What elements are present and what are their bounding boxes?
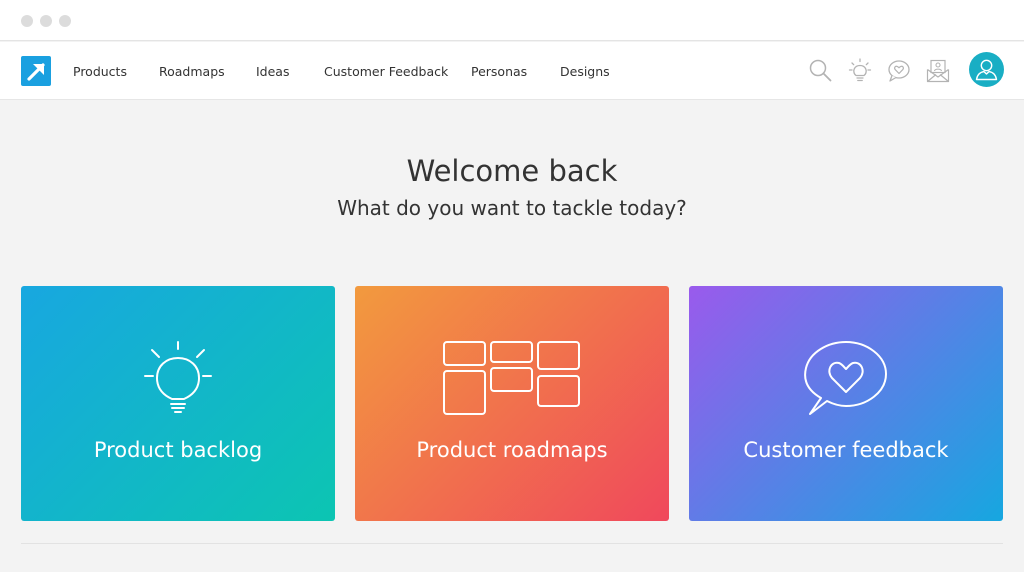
search-icon[interactable]: [806, 56, 836, 86]
window-close-dot[interactable]: [21, 15, 33, 27]
nav-item-ideas[interactable]: Ideas: [256, 64, 289, 79]
app-logo[interactable]: [21, 56, 51, 86]
nav-item-personas[interactable]: Personas: [471, 64, 527, 79]
nav-item-products[interactable]: Products: [73, 64, 127, 79]
top-navbar: Products Roadmaps Ideas Customer Feedbac…: [0, 42, 1024, 100]
product-roadmaps-card[interactable]: Product roadmaps: [355, 286, 669, 521]
welcome-subtitle: What do you want to tackle today?: [337, 196, 687, 220]
nav-item-designs[interactable]: Designs: [560, 64, 610, 79]
nav-item-customer-feedback[interactable]: Customer Feedback: [324, 64, 448, 79]
welcome-title: Welcome back: [406, 154, 618, 188]
content-divider: [21, 543, 1003, 544]
roadmap-blocks-icon: [443, 341, 580, 415]
product-backlog-card[interactable]: Product backlog: [21, 286, 335, 521]
window-minimize-dot[interactable]: [40, 15, 52, 27]
chat-heart-icon[interactable]: [884, 56, 914, 86]
inbox-icon[interactable]: [923, 56, 953, 86]
user-avatar[interactable]: [969, 52, 1004, 87]
arrow-logo-icon: [27, 63, 45, 81]
user-avatar-icon: [975, 59, 998, 81]
lightbulb-icon[interactable]: [845, 56, 875, 86]
customer-feedback-label: Customer feedback: [743, 438, 949, 462]
lightbulb-icon: [144, 341, 212, 413]
product-roadmaps-label: Product roadmaps: [416, 438, 608, 462]
customer-feedback-card[interactable]: Customer feedback: [689, 286, 1003, 521]
window-titlebar: [0, 0, 1024, 41]
nav-item-roadmaps[interactable]: Roadmaps: [159, 64, 225, 79]
window-maximize-dot[interactable]: [59, 15, 71, 27]
product-backlog-label: Product backlog: [93, 438, 263, 462]
chat-heart-icon: [804, 341, 887, 415]
